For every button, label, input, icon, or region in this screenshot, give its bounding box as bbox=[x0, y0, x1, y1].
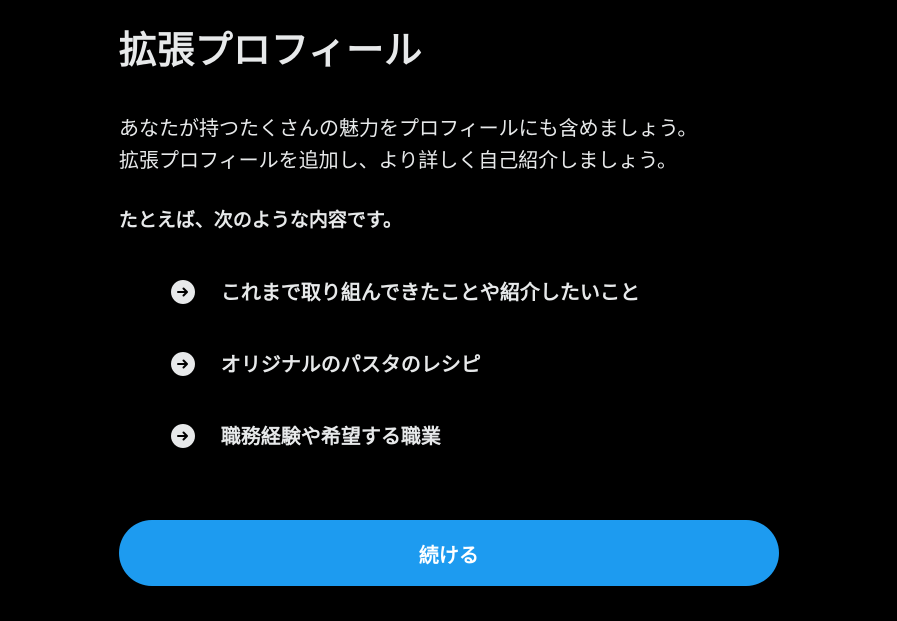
list-item: オリジナルのパスタのレシピ bbox=[171, 350, 779, 378]
feature-list: これまで取り組んできたことや紹介したいこと オリジナルのパスタのレシピ 職務経験… bbox=[119, 278, 779, 450]
list-item: 職務経験や希望する職業 bbox=[171, 422, 779, 450]
feature-label: オリジナルのパスタのレシピ bbox=[221, 352, 481, 376]
list-item: これまで取り組んできたことや紹介したいこと bbox=[171, 278, 779, 306]
arrow-right-circle-icon bbox=[171, 352, 195, 376]
intro-text: あなたが持つたくさんの魅力をプロフィールにも含めましょう。 拡張プロフィールを追… bbox=[119, 112, 779, 176]
examples-lead: たとえば、次のような内容です。 bbox=[119, 209, 403, 231]
feature-label: これまで取り組んできたことや紹介したいこと bbox=[221, 280, 640, 304]
intro-line-1: あなたが持つたくさんの魅力をプロフィールにも含めましょう。 bbox=[119, 116, 698, 140]
page-title: 拡張プロフィール bbox=[119, 28, 423, 72]
continue-button[interactable]: 続ける bbox=[119, 520, 779, 586]
intro-line-2: 拡張プロフィールを追加し、より詳しく自己紹介しましょう。 bbox=[119, 148, 677, 172]
feature-label: 職務経験や希望する職業 bbox=[221, 424, 441, 448]
arrow-right-circle-icon bbox=[171, 280, 195, 304]
arrow-right-circle-icon bbox=[171, 424, 195, 448]
expanded-profile-intro: 拡張プロフィール あなたが持つたくさんの魅力をプロフィールにも含めましょう。 拡… bbox=[119, 24, 779, 450]
